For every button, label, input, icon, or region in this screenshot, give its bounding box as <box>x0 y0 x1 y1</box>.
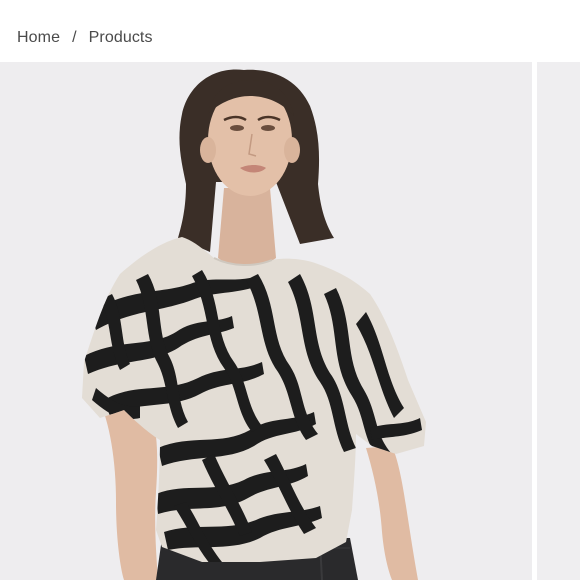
breadcrumb: Home / Products <box>17 27 153 49</box>
model-photo <box>82 69 426 580</box>
product-page: Home / Products <box>0 0 580 580</box>
right-arm <box>366 446 418 580</box>
breadcrumb-products-link[interactable]: Products <box>89 29 153 47</box>
next-product-image[interactable] <box>537 62 580 580</box>
neck <box>218 188 276 267</box>
main-product-image[interactable] <box>0 62 532 580</box>
breadcrumb-home-link[interactable]: Home <box>17 29 60 47</box>
breadcrumb-separator: / <box>72 29 77 46</box>
product-image-gallery[interactable] <box>0 62 580 580</box>
